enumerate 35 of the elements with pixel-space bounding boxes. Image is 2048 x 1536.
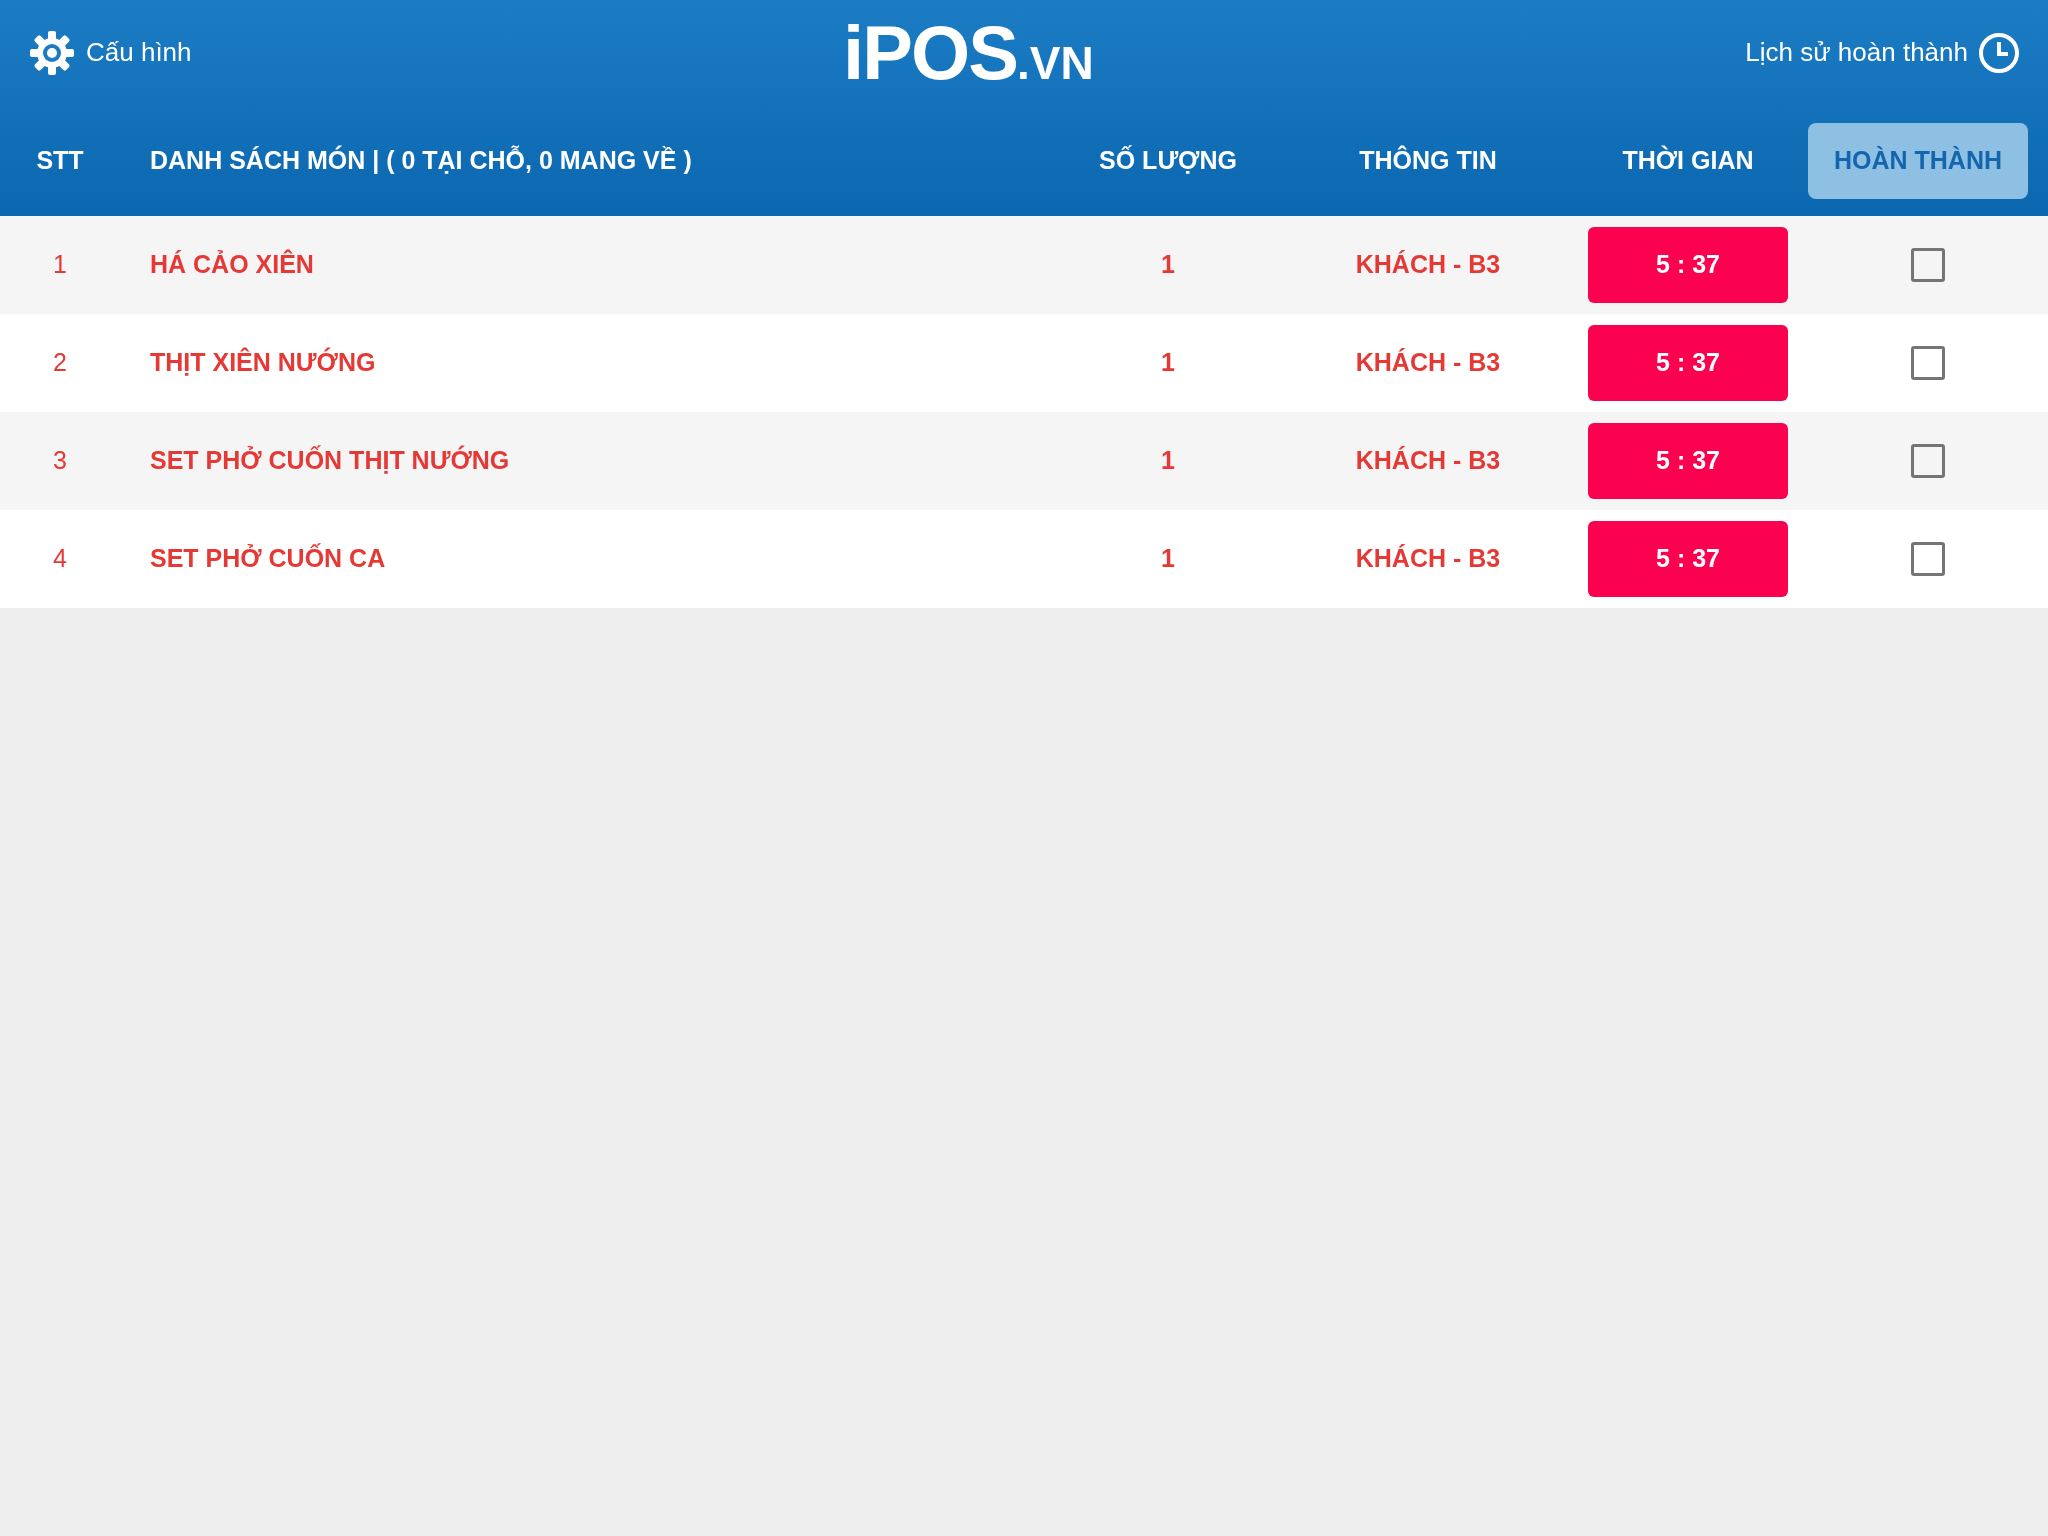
complete-button[interactable]: HOÀN THÀNH xyxy=(1808,122,2028,199)
column-header: THÔNG TIN xyxy=(1358,144,1498,176)
settings-button[interactable]: Cấu hình xyxy=(28,28,192,77)
checkbox[interactable] xyxy=(1911,542,1945,576)
dish-name: HÁ CẢO XIÊN xyxy=(149,248,315,281)
info-cell-text: KHÁCH - B3 xyxy=(1354,347,1502,379)
info-cell-text: KHÁCH - B3 xyxy=(1354,543,1502,575)
row-number: 2 xyxy=(52,347,68,379)
logo: iPOS.VN xyxy=(843,14,1094,91)
quantity-cell-text: 1 xyxy=(1160,543,1176,575)
row-number: 3 xyxy=(52,445,68,477)
info-cell-text: KHÁCH - B3 xyxy=(1354,445,1502,477)
column-header: STT xyxy=(35,144,85,176)
time-badge: 5 : 37 xyxy=(1588,423,1788,499)
dish-name: SET PHỞ CUỐN CA xyxy=(149,542,387,575)
row-number: 4 xyxy=(52,543,68,575)
quantity-cell-text: 1 xyxy=(1160,347,1176,379)
time-badge: 5 : 37 xyxy=(1588,227,1788,303)
info-cell-text: KHÁCH - B3 xyxy=(1354,249,1502,281)
dish-name: SET PHỞ CUỐN THỊT NƯỚNG xyxy=(149,444,511,477)
column-header: SỐ LƯỢNG xyxy=(1098,144,1238,176)
quantity-cell-text: 1 xyxy=(1160,445,1176,477)
time-badge: 5 : 37 xyxy=(1588,325,1788,401)
quantity-cell-text: 1 xyxy=(1160,249,1176,281)
column-header: THỜI GIAN xyxy=(1621,144,1755,176)
column-header: DANH SÁCH MÓN | ( 0 TẠI CHỖ, 0 MANG VỀ ) xyxy=(149,144,693,176)
history-button[interactable]: Lịch sử hoàn thành xyxy=(1745,31,2020,74)
checkbox[interactable] xyxy=(1911,346,1945,380)
dish-name: THỊT XIÊN NƯỚNG xyxy=(149,346,377,379)
clock-icon xyxy=(1978,31,2020,74)
checkbox[interactable] xyxy=(1911,444,1945,478)
row-number: 1 xyxy=(52,249,68,281)
checkbox[interactable] xyxy=(1911,248,1945,282)
settings-icon xyxy=(28,28,76,77)
time-badge: 5 : 37 xyxy=(1588,521,1788,597)
